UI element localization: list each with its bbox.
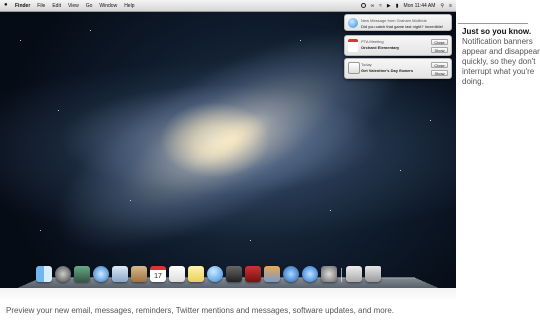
notes-icon[interactable] [188,266,204,282]
menu-bar: ● Finder File Edit View Go Window Help ∞… [0,0,456,12]
finder-icon[interactable] [36,266,52,282]
menu-finder[interactable]: Finder [15,3,30,9]
mission-control-icon[interactable] [74,266,90,282]
calendar-icon [348,39,358,52]
calendar-icon[interactable]: 17 [150,266,166,282]
menu-go[interactable]: Go [86,3,93,9]
system-preferences-icon[interactable] [321,266,337,282]
app-store-icon[interactable] [302,266,318,282]
notification-banner-calendar[interactable]: PTA Meeting Orchard Elementary Close Sho… [344,35,452,56]
show-button[interactable]: Show [431,70,448,76]
callout-rule [458,23,528,24]
downloads-icon[interactable] [346,266,362,282]
callout-body: Notification banners appear and disappea… [462,37,540,86]
notification-title: PTA Meeting [361,39,384,44]
messages-icon[interactable] [207,266,223,282]
launchpad-icon[interactable] [55,266,71,282]
safari-icon[interactable] [93,266,109,282]
wifi-icon[interactable]: ≈ [379,3,382,9]
close-button[interactable]: Close [431,39,448,45]
menu-window[interactable]: Window [99,3,117,9]
reminders-icon[interactable] [169,266,185,282]
star [20,40,21,41]
reminders-icon [348,62,360,74]
menu-edit[interactable]: Edit [52,3,61,9]
notification-banner-reminder[interactable]: Today Get Valentine's Day flowers Close … [344,58,452,79]
callout-heading: Just so you know. [462,27,532,36]
star [58,110,59,111]
caption-reflection [0,288,456,302]
notification-title: Today [361,62,372,67]
bluetooth-icon[interactable]: ∞ [371,3,375,9]
caption: Preview your new email, messages, remind… [6,306,395,315]
show-button[interactable]: Show [431,47,448,53]
star [250,240,251,241]
menu-view[interactable]: View [68,3,79,9]
star [300,40,301,41]
messages-icon [348,18,358,28]
notification-center-icon[interactable]: ≡ [449,3,452,9]
desktop-screenshot: ● Finder File Edit View Go Window Help ∞… [0,0,456,288]
star [90,30,91,31]
notification-banner-message[interactable]: New Message from Graham McBride Did you … [344,14,452,31]
apple-menu-icon[interactable]: ● [4,2,10,9]
time-machine-icon[interactable] [360,3,366,8]
mail-icon[interactable] [112,266,128,282]
trash-icon[interactable] [365,266,381,282]
star [400,170,401,171]
star [430,120,431,121]
menu-help[interactable]: Help [124,3,134,9]
volume-icon[interactable]: ▶ [387,3,391,9]
menu-file[interactable]: File [37,3,45,9]
star [330,210,331,211]
notification-body: Did you catch that game last night? Incr… [361,24,444,29]
notification-body: Orchard Elementary [361,45,400,50]
iphoto-icon[interactable] [264,266,280,282]
callout: Just so you know. Notification banners a… [462,27,540,87]
facetime-icon[interactable] [226,266,242,282]
dock: 17 [36,262,420,282]
dock-separator [341,268,342,282]
contacts-icon[interactable] [131,266,147,282]
star [40,230,41,231]
calendar-date: 17 [154,272,162,280]
notification-body: Get Valentine's Day flowers [361,68,414,73]
close-button[interactable]: Close [431,62,448,68]
itunes-icon[interactable] [283,266,299,282]
spotlight-icon[interactable]: ⚲ [440,3,444,9]
star [130,200,131,201]
menu-clock[interactable]: Mon 11:44 AM [404,3,436,9]
battery-icon[interactable]: ▮ [396,3,399,9]
notification-title: New Message from Graham McBride [361,18,427,23]
photo-booth-icon[interactable] [245,266,261,282]
